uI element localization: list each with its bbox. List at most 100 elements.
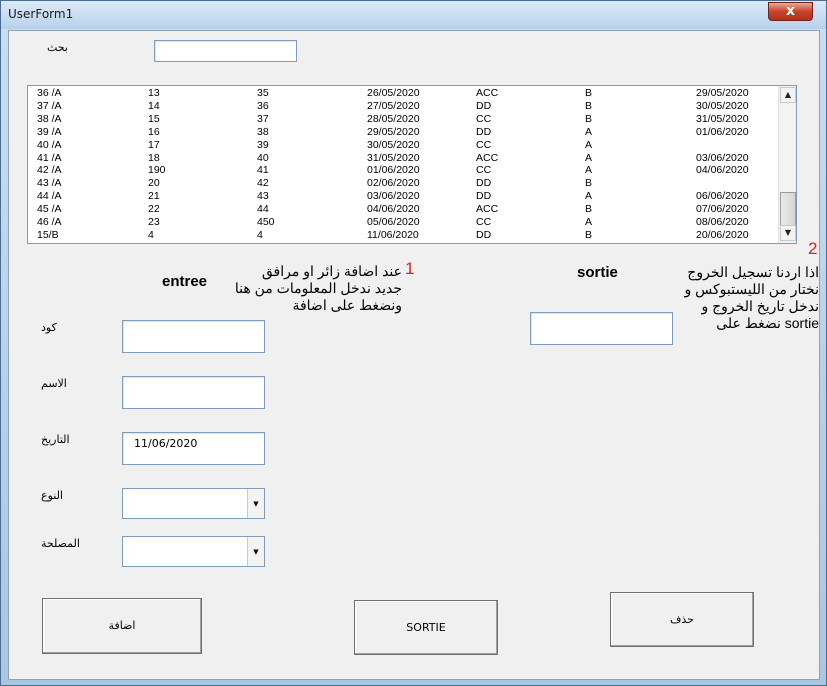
list-item[interactable]: 15/B 4 4 11/06/2020 DD B 20/06/2020 bbox=[28, 229, 778, 242]
listbox-scrollbar[interactable]: ▲ ▼ bbox=[778, 86, 796, 243]
sortie-note: اذا اردنا تسجيل الخروج نختار من الليستبو… bbox=[671, 264, 819, 332]
chevron-down-icon[interactable]: ▼ bbox=[247, 489, 264, 518]
list-cell: 42 /A bbox=[37, 164, 62, 177]
list-item[interactable]: 37 /A 14 36 27/05/2020 DD B 30/05/2020 bbox=[28, 100, 778, 113]
date-field[interactable]: 11/06/2020 bbox=[122, 432, 265, 465]
list-cell: DD bbox=[476, 125, 492, 138]
list-item[interactable]: 38 /A 15 37 28/05/2020 CC B 31/05/2020 bbox=[28, 113, 778, 126]
list-item[interactable]: 44 /A 21 43 03/06/2020 DD A 06/06/2020 bbox=[28, 190, 778, 203]
list-cell: 39 bbox=[257, 138, 269, 151]
list-cell: 36 bbox=[257, 99, 269, 112]
scroll-down-icon[interactable]: ▼ bbox=[780, 225, 796, 241]
search-label: بحث bbox=[47, 41, 68, 54]
code-label: كود bbox=[41, 321, 57, 334]
code-field[interactable] bbox=[122, 320, 265, 353]
entree-note-line: عند اضافة زائر او مرافق bbox=[261, 263, 402, 279]
name-label: الاسم bbox=[41, 377, 67, 390]
close-button[interactable]: x bbox=[768, 2, 813, 21]
scroll-thumb[interactable] bbox=[780, 192, 796, 226]
list-cell: A bbox=[585, 190, 593, 203]
list-cell: 43 bbox=[257, 190, 269, 203]
list-item[interactable]: 36 /A 13 35 26/05/2020 ACC B 29/05/2020 bbox=[28, 87, 778, 100]
name-field[interactable] bbox=[122, 376, 265, 409]
list-item[interactable]: 43 /A 20 42 02/06/2020 DD B bbox=[28, 177, 778, 190]
list-cell: 40 bbox=[257, 151, 269, 164]
list-cell: 39 /A bbox=[37, 125, 62, 138]
list-cell: 22 bbox=[148, 203, 160, 216]
sortie-date-field[interactable] bbox=[530, 312, 673, 345]
list-cell: 44 bbox=[257, 203, 269, 216]
type-dropdown[interactable]: ▼ bbox=[122, 488, 265, 519]
sortie-button[interactable]: SORTIE bbox=[354, 600, 498, 655]
list-cell: 08/06/2020 bbox=[696, 216, 749, 228]
service-dropdown[interactable]: ▼ bbox=[122, 536, 265, 567]
list-cell: 40 /A bbox=[37, 138, 62, 151]
list-cell: ACC bbox=[476, 87, 499, 99]
list-cell: 44 /A bbox=[37, 190, 62, 203]
entree-heading: entree bbox=[162, 273, 208, 290]
list-cell: DD bbox=[476, 190, 492, 203]
list-cell: 13 bbox=[148, 87, 160, 99]
list-cell: 27/05/2020 bbox=[367, 99, 420, 112]
list-cell: 11/06/2020 bbox=[367, 228, 419, 241]
date-label: التاريخ bbox=[41, 433, 70, 446]
entree-note-number: 1 bbox=[405, 259, 415, 278]
delete-button[interactable]: حذف bbox=[610, 592, 754, 647]
list-cell: 35 bbox=[257, 87, 269, 99]
list-cell: 20 bbox=[148, 177, 160, 190]
title-bar: UserForm1 x bbox=[1, 1, 826, 29]
scroll-up-icon[interactable]: ▲ bbox=[780, 87, 796, 103]
list-cell: B bbox=[585, 177, 593, 190]
list-cell: B bbox=[585, 99, 593, 112]
records-listbox[interactable]: 36 /A 13 35 26/05/2020 ACC B 29/05/2020 37 /A 14… bbox=[27, 85, 797, 244]
list-item[interactable]: 45 /A 22 44 04/06/2020 ACC B 07/06/2020 bbox=[28, 203, 778, 216]
list-cell: 26/05/2020 bbox=[367, 87, 420, 99]
list-item[interactable]: 42 /A 190 41 01/06/2020 CC A 04/06/2020 bbox=[28, 164, 778, 177]
entree-note-line: ونضغط على اضافة bbox=[292, 297, 402, 313]
list-cell: 01/06/2020 bbox=[367, 164, 420, 177]
list-cell: A bbox=[585, 151, 593, 164]
list-cell: 28/05/2020 bbox=[367, 112, 420, 125]
entree-note: عند اضافة زائر او مرافق جديد ندخل المعلو… bbox=[227, 263, 402, 314]
list-cell: 04/06/2020 bbox=[696, 164, 749, 177]
list-cell: CC bbox=[476, 164, 492, 177]
list-cell: ACC bbox=[476, 151, 499, 164]
sortie-note-number: 2 bbox=[808, 239, 818, 258]
list-cell: 42 bbox=[257, 177, 269, 190]
list-cell: 01/06/2020 bbox=[696, 125, 749, 138]
list-cell: 4 bbox=[257, 228, 263, 241]
list-cell: B bbox=[585, 228, 593, 241]
sortie-note-line: نختار من الليستبوكس و bbox=[684, 281, 819, 297]
list-cell: 43 /A bbox=[37, 177, 62, 190]
list-cell: 04/06/2020 bbox=[367, 203, 420, 216]
list-item[interactable]: 46 /A 23 450 05/06/2020 CC A 08/06/2020 bbox=[28, 216, 778, 229]
list-cell: 21 bbox=[148, 190, 160, 203]
list-cell: B bbox=[585, 112, 593, 125]
list-cell: 05/06/2020 bbox=[367, 216, 420, 228]
sortie-note-line: اذا اردنا تسجيل الخروج bbox=[687, 264, 819, 280]
list-cell: DD bbox=[476, 99, 492, 112]
chevron-down-icon[interactable]: ▼ bbox=[247, 537, 264, 566]
list-cell: 15 bbox=[148, 112, 160, 125]
list-cell: 41 /A bbox=[37, 151, 62, 164]
search-input[interactable] bbox=[154, 40, 297, 62]
list-cell: 38 /A bbox=[37, 112, 62, 125]
list-item[interactable]: 41 /A 18 40 31/05/2020 ACC A 03/06/2020 bbox=[28, 152, 778, 165]
list-cell: 20/06/2020 bbox=[696, 228, 749, 241]
form-body: بحث 36 /A 13 35 26/05/2020 ACC B 29/05/2020 37 … bbox=[8, 30, 820, 680]
list-cell: B bbox=[585, 203, 593, 216]
list-cell: 30/05/2020 bbox=[696, 99, 749, 112]
list-cell: 29/05/2020 bbox=[367, 125, 420, 138]
list-cell: 30/05/2020 bbox=[367, 138, 420, 151]
list-cell: 45 /A bbox=[37, 203, 62, 216]
list-cell: CC bbox=[476, 112, 492, 125]
list-cell: 23 bbox=[148, 216, 160, 228]
list-item[interactable]: 39 /A 16 38 29/05/2020 DD A 01/06/2020 bbox=[28, 126, 778, 139]
userform-window: UserForm1 x بحث 36 /A 13 35 26/05/2020 ACC B 2… bbox=[0, 0, 827, 686]
list-cell: 37 /A bbox=[37, 99, 62, 112]
add-button[interactable]: اضافة bbox=[42, 598, 202, 654]
list-cell: 46 /A bbox=[37, 216, 62, 228]
list-item[interactable]: 40 /A 17 39 30/05/2020 CC A bbox=[28, 139, 778, 152]
entree-note-line: جديد ندخل المعلومات من هنا bbox=[234, 280, 402, 296]
sortie-note-line: sortie نضغط على bbox=[716, 315, 819, 331]
